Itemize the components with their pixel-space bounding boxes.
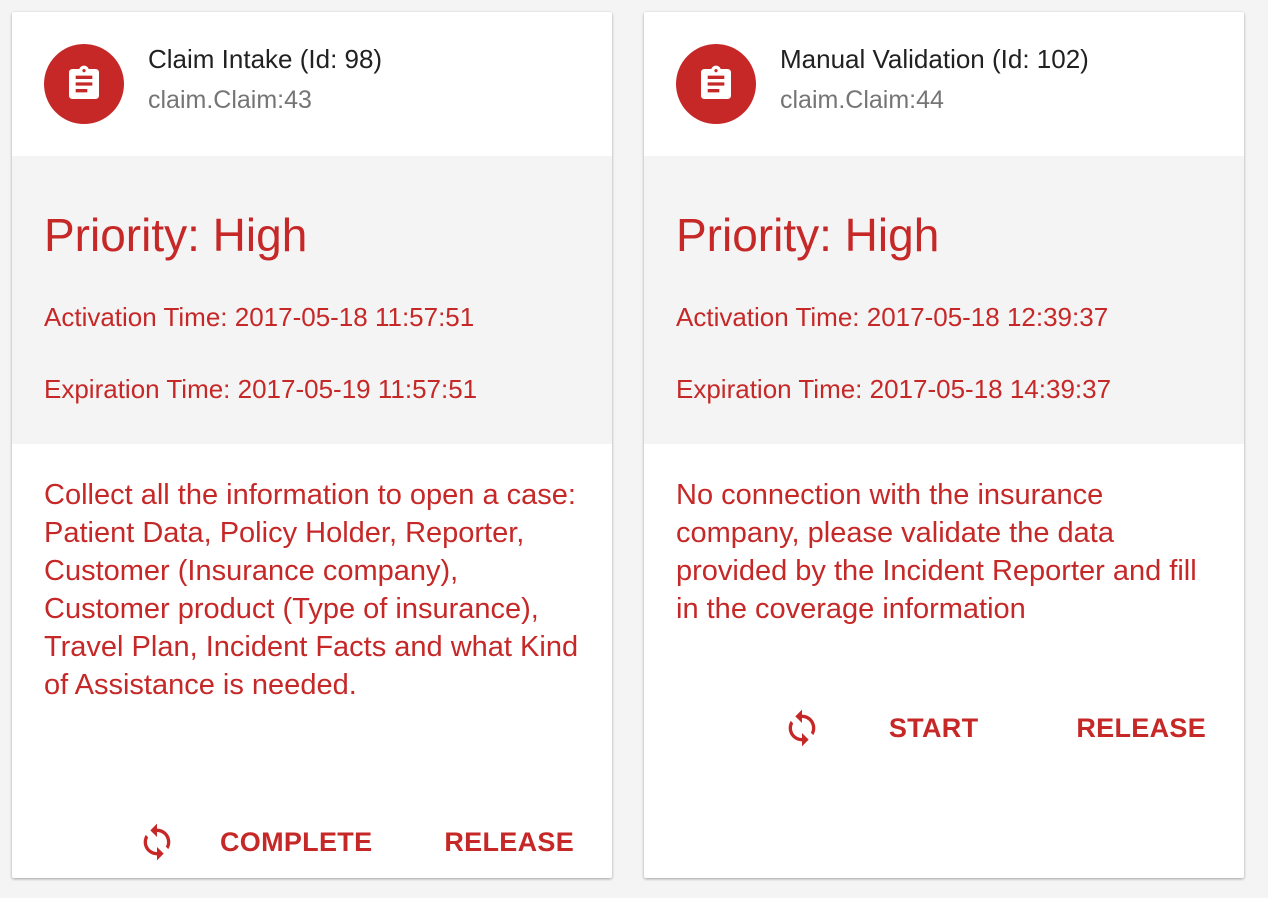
- card-media: Priority: High Activation Time: 2017-05-…: [644, 156, 1244, 444]
- refresh-icon[interactable]: [777, 703, 827, 753]
- activation-time: Activation Time: 2017-05-18 12:39:37: [676, 302, 1109, 332]
- priority-label: Priority: High: [44, 209, 308, 261]
- task-description: No connection with the insurance company…: [676, 479, 1197, 625]
- release-button[interactable]: RELEASE: [1068, 703, 1214, 754]
- activation-time: Activation Time: 2017-05-18 11:57:51: [44, 302, 475, 332]
- card-title: Manual Validation (Id: 102): [780, 44, 1089, 74]
- task-card-claim-intake: Claim Intake (Id: 98) claim.Claim:43 Pri…: [12, 12, 612, 878]
- card-actions: START RELEASE: [777, 698, 1214, 758]
- task-description: Collect all the information to open a ca…: [44, 479, 579, 701]
- refresh-icon[interactable]: [132, 817, 182, 867]
- start-button[interactable]: START: [881, 703, 987, 754]
- card-media: Priority: High Activation Time: 2017-05-…: [12, 156, 612, 444]
- complete-button[interactable]: COMPLETE: [212, 817, 380, 868]
- clipboard-icon: [676, 44, 756, 124]
- expiration-time: Expiration Time: 2017-05-19 11:57:51: [44, 374, 478, 404]
- release-button[interactable]: RELEASE: [436, 817, 582, 868]
- card-title: Claim Intake (Id: 98): [148, 44, 383, 74]
- card-header: Manual Validation (Id: 102) claim.Claim:…: [644, 12, 1244, 156]
- card-header: Claim Intake (Id: 98) claim.Claim:43: [12, 12, 612, 156]
- clipboard-icon: [44, 44, 124, 124]
- priority-label: Priority: High: [676, 209, 940, 261]
- card-subtitle: claim.Claim:43: [148, 86, 312, 114]
- card-subtitle: claim.Claim:44: [780, 86, 944, 114]
- card-actions: COMPLETE RELEASE: [132, 812, 582, 872]
- task-card-manual-validation: Manual Validation (Id: 102) claim.Claim:…: [644, 12, 1244, 878]
- expiration-time: Expiration Time: 2017-05-18 14:39:37: [676, 374, 1112, 404]
